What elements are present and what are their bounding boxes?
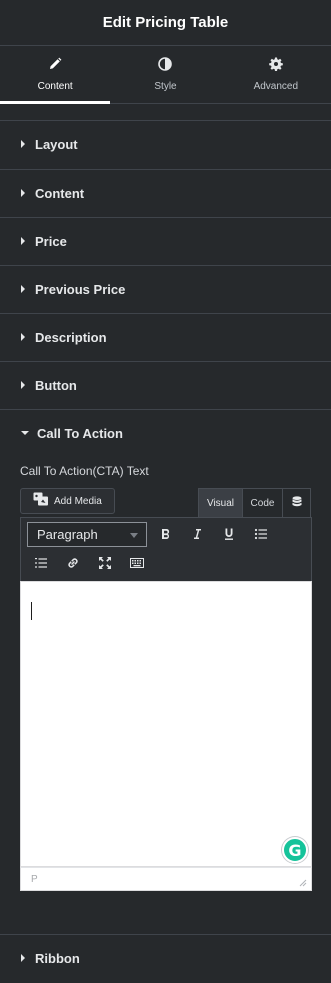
element-path[interactable]: P: [31, 874, 38, 885]
italic-icon: [194, 529, 201, 539]
editor-statusbar: P: [20, 867, 312, 891]
panel-title: Edit Pricing Table: [102, 14, 229, 31]
code-tab[interactable]: Code: [243, 488, 283, 518]
section-label: Previous Price: [35, 281, 126, 297]
chevron-down-icon: [130, 533, 138, 538]
bullet-list-icon: [254, 528, 267, 540]
keyboard-icon: [130, 558, 144, 568]
tab-style-label: Style: [154, 81, 177, 92]
bold-button[interactable]: [155, 523, 177, 545]
editor-toolbar: Paragraph: [20, 517, 312, 581]
fullscreen-icon: [99, 557, 111, 569]
section-call-to-action[interactable]: Call To Action: [0, 409, 331, 456]
caret-right-icon: [21, 333, 25, 341]
text-cursor: [31, 602, 32, 620]
format-select[interactable]: Paragraph: [27, 522, 147, 547]
section-ribbon[interactable]: Ribbon: [0, 934, 331, 981]
tab-content[interactable]: Content: [0, 46, 111, 104]
caret-right-icon: [21, 140, 25, 148]
link-button[interactable]: [62, 552, 84, 574]
format-select-value: Paragraph: [37, 527, 98, 542]
caret-right-icon: [21, 954, 25, 962]
add-media-button[interactable]: Add Media: [20, 488, 115, 514]
grammarly-icon[interactable]: G: [282, 837, 308, 863]
panel-tabs: Content Style Advanced: [0, 46, 331, 104]
numbered-list-button[interactable]: [30, 552, 52, 574]
caret-right-icon: [21, 237, 25, 245]
half-circle-icon: [158, 57, 173, 76]
resize-handle-icon[interactable]: [299, 879, 307, 887]
tab-style[interactable]: Style: [110, 46, 220, 103]
tab-advanced-label: Advanced: [253, 81, 299, 92]
fullscreen-button[interactable]: [94, 552, 116, 574]
section-label: Content: [35, 185, 85, 201]
caret-right-icon: [21, 381, 25, 389]
add-media-icon: [33, 492, 49, 511]
caret-right-icon: [21, 285, 25, 293]
caret-right-icon: [21, 189, 25, 197]
caret-down-icon: [21, 431, 29, 435]
gear-icon: [269, 57, 283, 76]
cta-text-label: Call To Action(CTA) Text: [20, 464, 149, 478]
section-label: Button: [35, 377, 77, 393]
panel-header: Edit Pricing Table: [0, 0, 331, 46]
bold-icon: [162, 529, 170, 539]
section-content[interactable]: Content: [0, 169, 331, 216]
section-label: Layout: [35, 136, 78, 152]
underline-icon: [225, 528, 233, 540]
section-label: Price: [35, 233, 67, 249]
italic-button[interactable]: [186, 523, 208, 545]
editor-mode-tabs: Visual Code: [198, 488, 311, 518]
section-label: Call To Action: [37, 425, 123, 441]
dynamic-tags-button[interactable]: [283, 488, 311, 518]
link-icon: [68, 558, 78, 568]
toolbar-toggle-button[interactable]: [126, 552, 148, 574]
section-label: Ribbon: [35, 950, 80, 966]
section-button[interactable]: Button: [0, 361, 331, 408]
visual-tab[interactable]: Visual: [198, 488, 243, 518]
pencil-icon: [48, 57, 62, 76]
section-layout[interactable]: Layout: [0, 120, 331, 167]
tab-content-label: Content: [37, 81, 73, 92]
tab-advanced[interactable]: Advanced: [221, 46, 331, 103]
section-previous-price[interactable]: Previous Price: [0, 265, 331, 312]
section-label: Description: [35, 329, 107, 345]
cta-text-editor[interactable]: G: [20, 581, 312, 867]
underline-button[interactable]: [218, 523, 240, 545]
add-media-label: Add Media: [54, 495, 102, 507]
numbered-list-icon: [35, 558, 47, 568]
section-description[interactable]: Description: [0, 313, 331, 360]
section-price[interactable]: Price: [0, 217, 331, 264]
database-icon: [292, 496, 302, 511]
bullet-list-button[interactable]: [250, 523, 272, 545]
